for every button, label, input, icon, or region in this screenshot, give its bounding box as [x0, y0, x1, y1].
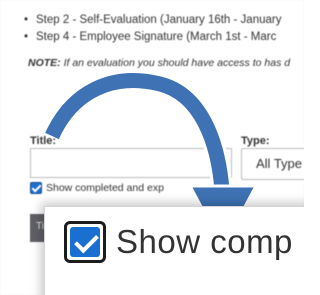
- step-list: Step 2 - Self-Evaluation (January 16th -…: [36, 12, 281, 46]
- note-text: NOTE: If an evaluation you should have a…: [28, 57, 290, 69]
- show-completed-checkbox[interactable]: [30, 182, 42, 194]
- show-completed-row[interactable]: Show completed and exp: [30, 182, 164, 194]
- screenshot-stage: Step 2 - Self-Evaluation (January 16th -…: [0, 0, 304, 295]
- title-input[interactable]: [30, 148, 232, 178]
- step-item: Step 4 - Employee Signature (March 1st -…: [36, 29, 281, 46]
- show-completed-label: Show completed and exp: [46, 182, 164, 194]
- type-select[interactable]: All Type: [241, 148, 304, 180]
- note-body: If an evaluation you should have access …: [60, 57, 291, 69]
- note-label: NOTE:: [28, 57, 61, 69]
- zoomed-checkbox-label: Show comp: [116, 223, 293, 260]
- zoomed-checkbox[interactable]: [64, 221, 106, 263]
- zoomed-checkbox-row[interactable]: Show comp: [64, 221, 293, 263]
- title-label: Title:: [30, 135, 57, 147]
- checkmark-icon: [70, 227, 100, 257]
- type-label: Type:: [241, 135, 270, 147]
- step-item: Step 2 - Self-Evaluation (January 16th -…: [36, 12, 281, 29]
- zoom-callout: Show comp: [44, 206, 304, 295]
